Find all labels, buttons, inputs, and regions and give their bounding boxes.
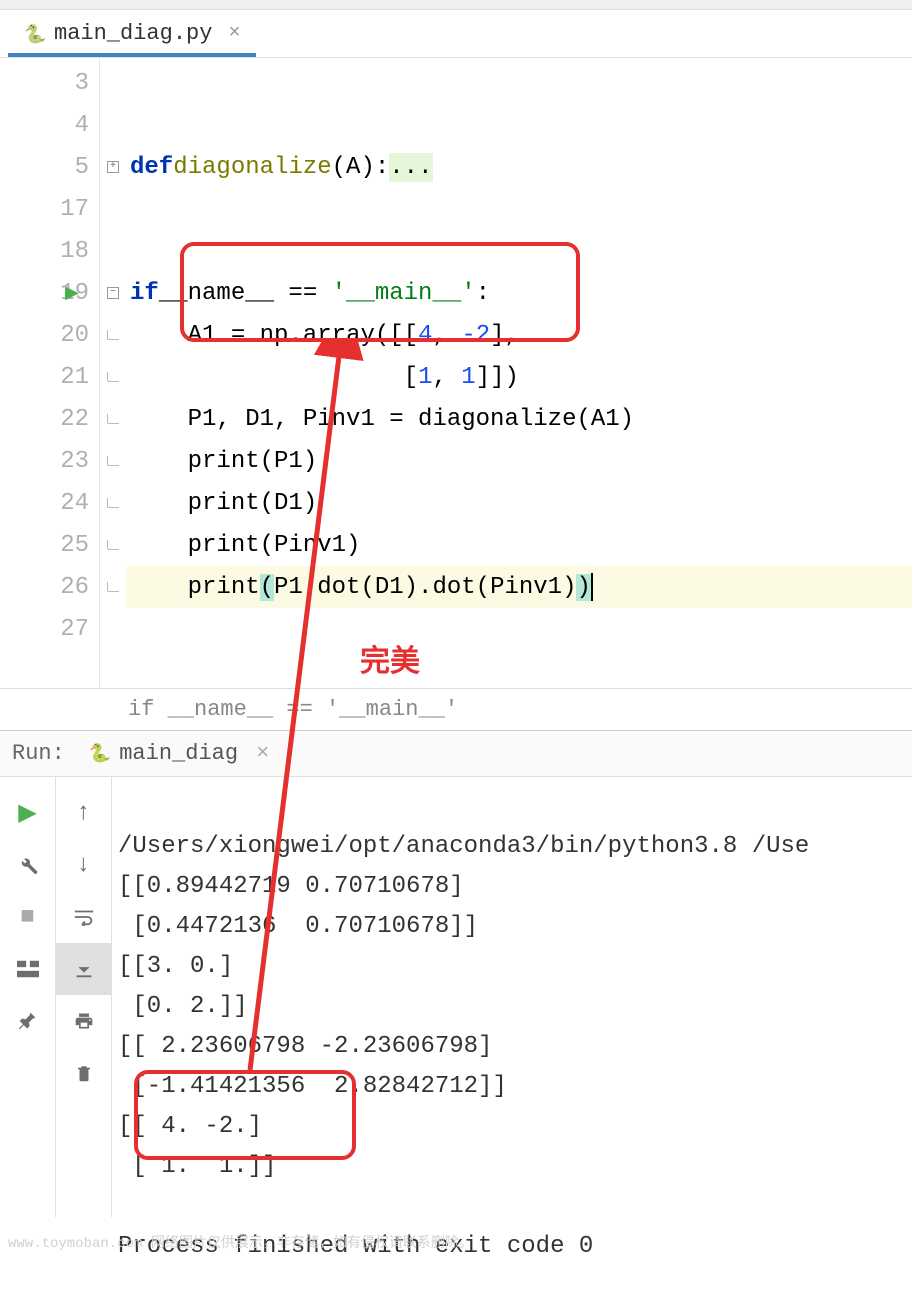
editor-tab-main_diag[interactable]: main_diag.py × <box>8 11 256 56</box>
code-line[interactable]: if __name__ == '__main__': <box>126 272 912 314</box>
wrench-icon <box>17 854 39 876</box>
run-button[interactable]: ▶ <box>0 787 55 839</box>
editor-tab-bar: main_diag.py × <box>0 10 912 58</box>
run-toolbar-right: ↑ ↓ <box>56 777 112 1217</box>
scroll-to-end-button[interactable] <box>56 943 111 995</box>
run-toolbar-left: ▶ ■ <box>0 777 56 1217</box>
watermark: www.toymoban.com 网络图片仅供展示，非存储，如有侵权请联系删除。 <box>8 1232 473 1252</box>
line-number: 4 <box>75 112 89 139</box>
python-icon: 🐍 <box>89 743 111 765</box>
output-line: [[ 4. -2.] <box>118 1113 262 1140</box>
code-line[interactable] <box>126 104 912 146</box>
output-line: [0.4472136 0.70710678]] <box>118 913 478 940</box>
line-number: 23 <box>60 448 89 475</box>
line-number: 3 <box>75 70 89 97</box>
code-line[interactable] <box>126 188 912 230</box>
output-line: [[ 2.23606798 -2.23606798] <box>118 1033 492 1060</box>
output-line: [[0.89442719 0.70710678] <box>118 873 464 900</box>
run-tab-close[interactable]: × <box>256 741 269 766</box>
breadcrumb-text: if __name__ == '__main__' <box>128 697 458 722</box>
code-editor[interactable]: 3 4 5 17 18 ▶19 20 21 22 23 24 25 26 27 … <box>0 58 912 688</box>
up-button[interactable]: ↑ <box>56 787 111 839</box>
code-line[interactable]: print(Pinv1) <box>126 524 912 566</box>
fold-guide <box>107 456 119 466</box>
run-line-marker[interactable]: ▶ <box>65 282 79 304</box>
tab-close-button[interactable]: × <box>228 22 240 45</box>
line-number: 25 <box>60 532 89 559</box>
line-number-gutter: 3 4 5 17 18 ▶19 20 21 22 23 24 25 26 27 <box>0 58 100 688</box>
line-number: 27 <box>60 616 89 643</box>
run-body: ▶ ■ ↑ ↓ <box>0 777 912 1217</box>
code-line[interactable] <box>126 62 912 104</box>
run-tab[interactable]: 🐍 main_diag × <box>89 741 269 766</box>
print-icon <box>73 1011 95 1031</box>
output-line: [-1.41421356 2.82842712]] <box>118 1073 507 1100</box>
clear-button[interactable] <box>56 1047 111 1099</box>
fold-collapse-icon[interactable]: − <box>107 287 119 299</box>
code-line[interactable] <box>126 608 912 650</box>
code-content[interactable]: def diagonalize(A):... if __name__ == '_… <box>126 58 912 688</box>
fold-guide <box>107 540 119 550</box>
scroll-end-icon <box>73 959 95 979</box>
down-button[interactable]: ↓ <box>56 839 111 891</box>
interpreter-path: /Users/xiongwei/opt/anaconda3/bin/python… <box>118 833 809 860</box>
code-line[interactable]: [1, 1]]) <box>126 356 912 398</box>
code-line[interactable]: print(P1) <box>126 440 912 482</box>
trash-icon <box>75 1062 93 1084</box>
tab-filename: main_diag.py <box>54 21 212 46</box>
python-file-icon <box>24 24 44 44</box>
fold-guide <box>107 582 119 592</box>
run-tab-name: main_diag <box>119 741 238 766</box>
text-cursor <box>591 573 593 601</box>
line-number: 26 <box>60 574 89 601</box>
output-line: [0. 2.]] <box>118 993 248 1020</box>
wrench-button[interactable] <box>0 839 55 891</box>
console-output[interactable]: /Users/xiongwei/opt/anaconda3/bin/python… <box>112 777 912 1217</box>
run-panel-header: Run: 🐍 main_diag × <box>0 731 912 777</box>
soft-wrap-button[interactable] <box>56 891 111 943</box>
layout-icon <box>17 960 39 978</box>
top-toolbar <box>0 0 912 10</box>
fold-guide <box>107 330 119 340</box>
code-line[interactable]: def diagonalize(A):... <box>126 146 912 188</box>
layout-button[interactable] <box>0 943 55 995</box>
run-label: Run: <box>12 741 65 766</box>
code-line[interactable] <box>126 230 912 272</box>
code-line-current[interactable]: print(P1.dot(D1).dot(Pinv1)) <box>126 566 912 608</box>
output-line: [ 1. 1.]] <box>118 1153 276 1180</box>
stop-button[interactable]: ■ <box>0 891 55 943</box>
breadcrumb-bar[interactable]: if __name__ == '__main__' <box>0 688 912 730</box>
fold-gutter: + − <box>100 58 126 688</box>
line-number: 17 <box>60 196 89 223</box>
fold-guide <box>107 414 119 424</box>
line-number: 18 <box>60 238 89 265</box>
run-panel: Run: 🐍 main_diag × ▶ ■ ↑ ↓ <box>0 730 912 1217</box>
fold-guide <box>107 498 119 508</box>
line-number: 24 <box>60 490 89 517</box>
fold-guide <box>107 372 119 382</box>
code-line[interactable]: P1, D1, Pinv1 = diagonalize(A1) <box>126 398 912 440</box>
line-number: 20 <box>60 322 89 349</box>
line-number: 22 <box>60 406 89 433</box>
pin-button[interactable] <box>0 995 55 1047</box>
print-button[interactable] <box>56 995 111 1047</box>
fold-expand-icon[interactable]: + <box>107 161 119 173</box>
code-line[interactable]: A1 = np.array([[4, -2], <box>126 314 912 356</box>
pin-icon <box>18 1011 38 1031</box>
line-number: 5 <box>75 154 89 181</box>
wrap-icon <box>73 908 95 926</box>
output-line: [[3. 0.] <box>118 953 233 980</box>
code-line[interactable]: print(D1) <box>126 482 912 524</box>
line-number: 21 <box>60 364 89 391</box>
